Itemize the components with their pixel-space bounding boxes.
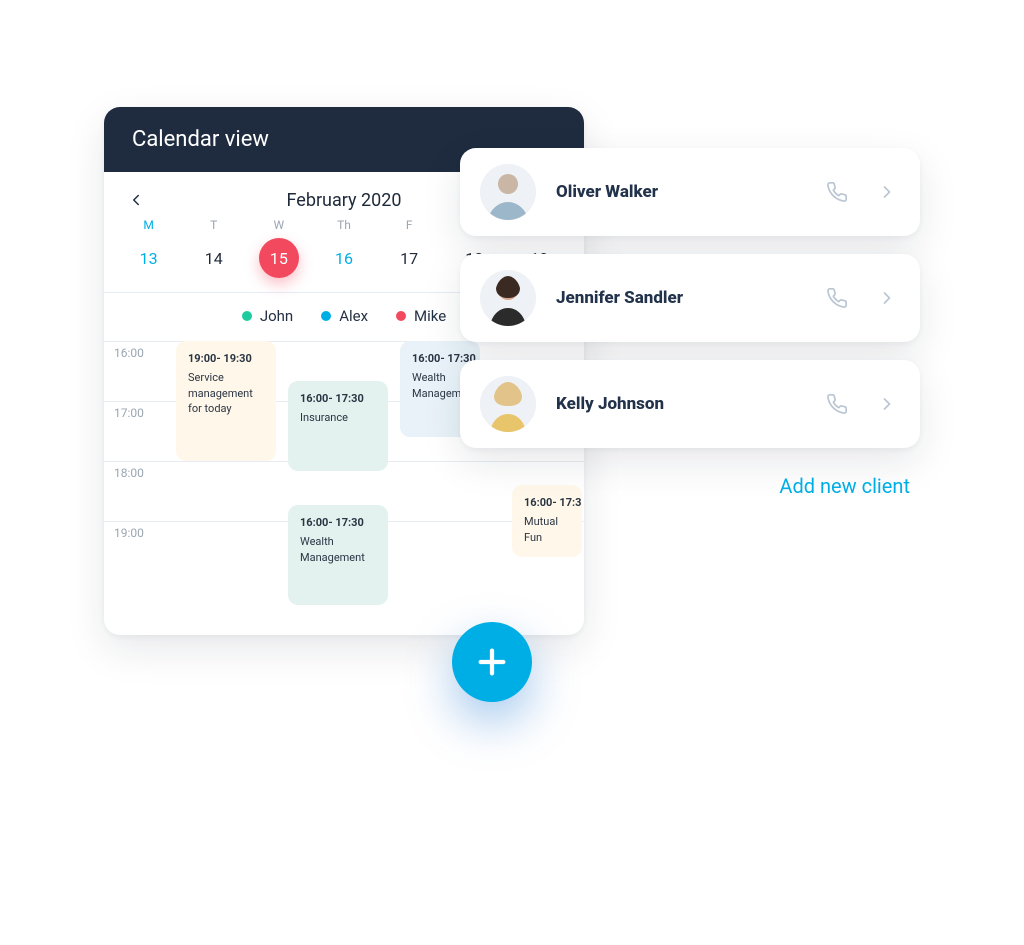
avatar [480, 270, 536, 326]
legend-item: Mike [396, 307, 446, 325]
dot-icon [242, 311, 252, 321]
date-cell[interactable]: 14 [181, 238, 246, 278]
event-title: Wealth Management [300, 534, 376, 565]
weekday: F [377, 218, 442, 232]
client-actions [824, 179, 900, 205]
client-card[interactable]: Jennifer Sandler [460, 254, 920, 342]
event-time: 16:00- 17:30 [300, 391, 376, 406]
client-list: Oliver Walker Jennifer Sandler [460, 148, 920, 498]
client-card[interactable]: Kelly Johnson [460, 360, 920, 448]
weekday: Th [311, 218, 376, 232]
weekday: T [181, 218, 246, 232]
event-time: 19:00- 19:30 [188, 351, 264, 366]
event-card[interactable]: 19:00- 19:30 Service management for today [176, 341, 276, 461]
date-cell[interactable]: 17 [377, 238, 442, 278]
client-name: Kelly Johnson [556, 394, 804, 414]
date-cell[interactable]: 13 [116, 238, 181, 278]
event-card[interactable]: 16:00- 17:30 Insurance [288, 381, 388, 471]
chevron-right-icon[interactable] [874, 179, 900, 205]
event-card[interactable]: 16:00- 17:30 Wealth Management [288, 505, 388, 605]
client-name: Oliver Walker [556, 182, 804, 202]
avatar [480, 376, 536, 432]
dot-icon [321, 311, 331, 321]
dot-icon [396, 311, 406, 321]
phone-icon[interactable] [824, 285, 850, 311]
month-label: February 2020 [287, 190, 402, 211]
phone-icon[interactable] [824, 179, 850, 205]
event-title: Service management for today [188, 370, 264, 416]
phone-icon[interactable] [824, 391, 850, 417]
add-client-button[interactable]: Add new client [460, 466, 920, 498]
date-cell[interactable]: 16 [311, 238, 376, 278]
hour-label: 17:00 [104, 402, 158, 420]
chevron-right-icon[interactable] [874, 391, 900, 417]
date-cell-selected[interactable]: 15 [246, 238, 311, 278]
client-actions [824, 391, 900, 417]
weekday: M [116, 218, 181, 232]
hour-label: 19:00 [104, 522, 158, 540]
client-name: Jennifer Sandler [556, 288, 804, 308]
add-fab[interactable] [452, 622, 532, 702]
legend-item: Alex [321, 307, 368, 325]
client-actions [824, 285, 900, 311]
hour-label: 18:00 [104, 462, 158, 480]
client-card[interactable]: Oliver Walker [460, 148, 920, 236]
hour-label: 16:00 [104, 342, 158, 360]
avatar [480, 164, 536, 220]
event-title: Insurance [300, 410, 376, 425]
event-title: Mutual Fun [524, 514, 570, 545]
app-stage: Calendar view February 2020 M T W Th F S… [0, 0, 1024, 945]
chevron-right-icon[interactable] [874, 285, 900, 311]
chevron-left-icon[interactable] [122, 186, 150, 214]
weekday: W [246, 218, 311, 232]
legend-item: John [242, 307, 293, 325]
event-time: 16:00- 17:30 [300, 515, 376, 530]
